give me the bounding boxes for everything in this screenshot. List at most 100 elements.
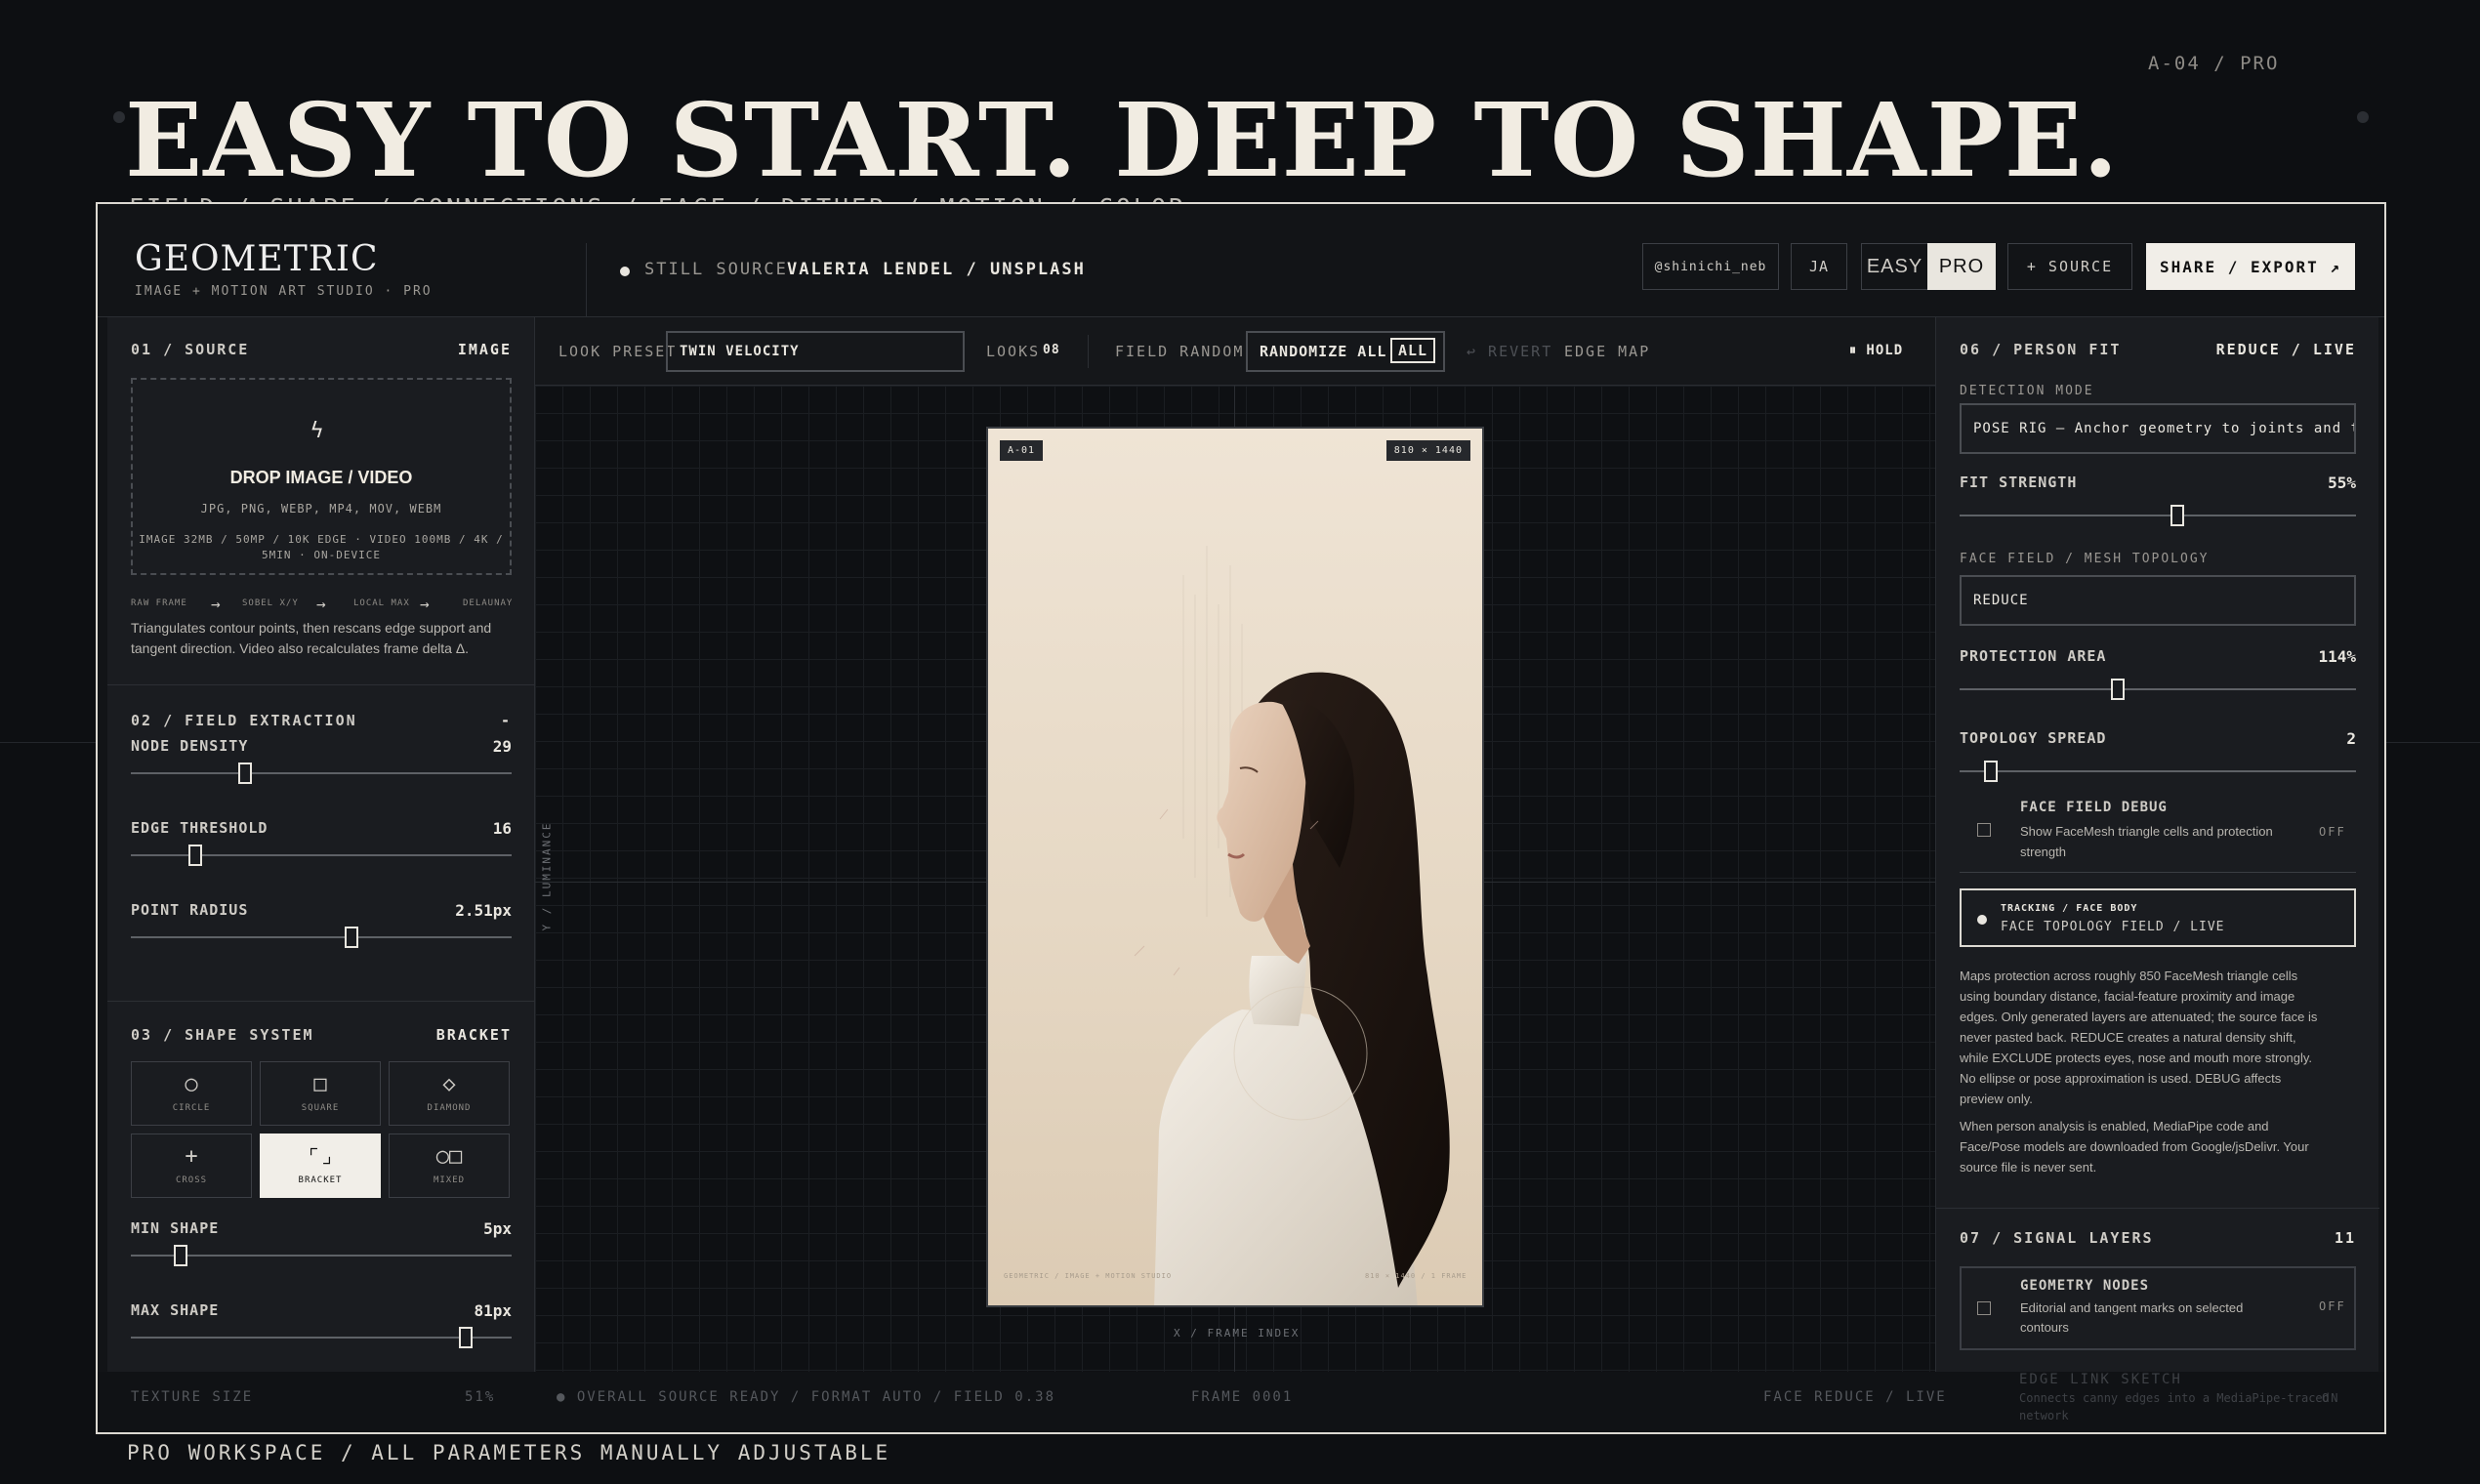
slider-track[interactable] bbox=[131, 936, 512, 938]
slider-handle[interactable] bbox=[188, 845, 203, 866]
edge-link-description-2: network bbox=[2019, 1409, 2069, 1422]
look-toolbar: LOOK PRESET TWIN VELOCITY LOOKS 08 FIELD… bbox=[535, 317, 1935, 386]
shape-option-label: CIRCLE bbox=[172, 1103, 211, 1113]
status-frame: FRAME 0001 bbox=[1191, 1389, 1294, 1405]
fit-strength-value: 55% bbox=[2328, 474, 2356, 492]
look-preset-label: LOOK PRESET bbox=[558, 343, 678, 360]
face-mesh-description-line: No ellipse or pose approximation is used… bbox=[1960, 1071, 2282, 1086]
shape-option-label: MIXED bbox=[433, 1175, 466, 1185]
decor-dot-left bbox=[113, 111, 125, 123]
shape-option-square[interactable]: □ SQUARE bbox=[260, 1061, 381, 1126]
slider-value: 29 bbox=[492, 737, 512, 756]
topology-spread-value: 2 bbox=[2346, 729, 2356, 748]
tracking-status-box bbox=[1960, 888, 2356, 947]
all-toggle[interactable]: ALL bbox=[1390, 338, 1436, 363]
diamond-icon: ◇ bbox=[442, 1072, 456, 1096]
face-mesh-description-line: while EXCLUDE protects eyes, nose and mo… bbox=[1960, 1051, 2313, 1065]
shape-option-bracket[interactable]: ⌜⌟ BRACKET bbox=[260, 1134, 381, 1198]
topbar-divider bbox=[586, 243, 587, 317]
look-preset-select[interactable]: TWIN VELOCITY bbox=[666, 331, 965, 372]
privacy-note-line: When person analysis is enabled, MediaPi… bbox=[1960, 1119, 2269, 1134]
slider-track[interactable] bbox=[131, 1337, 512, 1339]
revert-button[interactable]: ↩ REVERT bbox=[1467, 343, 1552, 360]
geometry-nodes-checkbox[interactable] bbox=[1977, 1301, 1991, 1315]
pipeline-arrow-icon: → bbox=[211, 595, 222, 613]
randomize-all-button[interactable]: RANDOMIZE ALL bbox=[1260, 343, 1386, 360]
geometry-nodes-description: Editorial and tangent marks on selected bbox=[2020, 1300, 2244, 1315]
mode-pro-button[interactable]: PRO bbox=[1927, 243, 1996, 290]
drop-zone-limits: IMAGE 32MB / 50MP / 10K EDGE · VIDEO 100… bbox=[139, 533, 504, 546]
edge-link-state: ON bbox=[2322, 1391, 2340, 1405]
signal-layers-count: 11 bbox=[2334, 1229, 2356, 1247]
drop-zone-limits-2: 5MIN · ON-DEVICE bbox=[262, 549, 381, 561]
slide-label: A-04 / PRO bbox=[2148, 53, 2280, 74]
slider-value: 2.51px bbox=[455, 901, 512, 920]
face-mesh-description-line: never pasted back. REDUCE creates a natu… bbox=[1960, 1030, 2296, 1045]
add-source-button[interactable]: + SOURCE bbox=[2007, 243, 2132, 290]
field-section-title: 02 / FIELD EXTRACTION bbox=[131, 712, 357, 729]
app-window: GEOMETRIC IMAGE + MOTION ART STUDIO · PR… bbox=[96, 202, 2386, 1434]
decor-dot-right bbox=[2357, 111, 2369, 123]
topology-spread-slider[interactable] bbox=[1984, 761, 1999, 782]
svg-text:810 × 1440 / 1 FRAME: 810 × 1440 / 1 FRAME bbox=[1365, 1272, 1467, 1280]
slider-handle[interactable] bbox=[173, 1245, 187, 1266]
face-mesh-description-line: preview only. bbox=[1960, 1092, 2033, 1106]
tracking-subtitle: FACE TOPOLOGY FIELD / LIVE bbox=[2001, 920, 2225, 934]
mesh-topology-select[interactable]: REDUCE bbox=[1960, 575, 2356, 626]
cross-icon: + bbox=[185, 1144, 198, 1169]
bracket-icon: ⌜⌟ bbox=[307, 1144, 334, 1169]
slider-track[interactable] bbox=[131, 1255, 512, 1257]
slider-handle[interactable] bbox=[459, 1327, 474, 1348]
source-image-preview[interactable]: GEOMETRIC / IMAGE + MOTION STUDIO 810 × … bbox=[986, 427, 1484, 1307]
slider-value: 5px bbox=[483, 1219, 512, 1238]
hold-button[interactable]: ⏸ HOLD bbox=[1849, 343, 1903, 358]
field-random-button[interactable]: FIELD RANDOM bbox=[1115, 343, 1244, 360]
app-logo: GEOMETRIC bbox=[135, 239, 379, 279]
canvas-tag-id: A-01 bbox=[1000, 440, 1044, 461]
protection-area-slider[interactable] bbox=[2111, 679, 2126, 700]
app-tagline: IMAGE + MOTION ART STUDIO · PRO bbox=[135, 284, 433, 299]
face-debug-state: OFF bbox=[2319, 825, 2346, 839]
edge-map-button[interactable]: EDGE MAP bbox=[1564, 343, 1650, 360]
protection-area-track[interactable] bbox=[1960, 688, 2356, 690]
shape-section-title: 03 / SHAPE SYSTEM bbox=[131, 1026, 314, 1044]
svg-text:GEOMETRIC / IMAGE + MOTION STU: GEOMETRIC / IMAGE + MOTION STUDIO bbox=[1004, 1272, 1172, 1280]
shape-option-diamond[interactable]: ◇ DIAMOND bbox=[389, 1061, 510, 1126]
face-debug-title: FACE FIELD DEBUG bbox=[2020, 800, 2168, 815]
language-button[interactable]: JA bbox=[1791, 243, 1847, 290]
field-section-toggle[interactable]: - bbox=[439, 712, 512, 729]
slider-track[interactable] bbox=[131, 772, 512, 774]
slider-handle[interactable] bbox=[238, 763, 252, 784]
shape-option-cross[interactable]: + CROSS bbox=[131, 1134, 252, 1198]
slider-value: 16 bbox=[492, 819, 512, 838]
source-section-title: 01 / SOURCE bbox=[131, 341, 250, 358]
shape-option-circle[interactable]: ○ CIRCLE bbox=[131, 1061, 252, 1126]
app-topbar: GEOMETRIC IMAGE + MOTION ART STUDIO · PR… bbox=[98, 239, 2384, 317]
face-debug-description: Show FaceMesh triangle cells and protect… bbox=[2020, 824, 2273, 839]
edge-link-description: Connects canny edges into a MediaPipe-tr… bbox=[2019, 1391, 2330, 1405]
fit-strength-track[interactable] bbox=[1960, 515, 2356, 516]
source-credit[interactable]: VALERIA LENDEL / UNSPLASH bbox=[787, 260, 1086, 279]
detection-mode-select[interactable]: POSE RIG — Anchor geometry to joints and… bbox=[1960, 403, 2356, 454]
privacy-note-line: Face/Pose models are downloaded from Goo… bbox=[1960, 1139, 2309, 1154]
pipeline-step: LOCAL MAX bbox=[353, 598, 410, 608]
fit-strength-slider[interactable] bbox=[2170, 505, 2185, 526]
pipeline-step: RAW FRAME bbox=[131, 598, 187, 608]
slider-handle[interactable] bbox=[345, 927, 359, 948]
drop-zone[interactable]: ϟ DROP IMAGE / VIDEO JPG, PNG, WEBP, MP4… bbox=[131, 378, 512, 575]
user-handle-button[interactable]: @shinichi_neb bbox=[1642, 243, 1779, 290]
left-panel: 01 / SOURCE IMAGE ϟ DROP IMAGE / VIDEO J… bbox=[107, 317, 535, 1372]
person-fit-status: REDUCE / LIVE bbox=[2215, 341, 2356, 358]
face-debug-description-2: strength bbox=[2020, 845, 2066, 859]
portrait-illustration: GEOMETRIC / IMAGE + MOTION STUDIO 810 × … bbox=[1004, 546, 1467, 1305]
square-icon: □ bbox=[313, 1072, 327, 1096]
share-export-button[interactable]: SHARE / EXPORT ↗ bbox=[2146, 243, 2355, 290]
face-debug-checkbox[interactable] bbox=[1977, 823, 1991, 837]
mode-easy-button[interactable]: EASY bbox=[1861, 243, 1927, 290]
topology-spread-track[interactable] bbox=[1960, 770, 2356, 772]
slider-label: EDGE THRESHOLD bbox=[131, 819, 269, 837]
shape-option-mixed[interactable]: ○□ MIXED bbox=[389, 1134, 510, 1198]
looks-label: LOOKS bbox=[986, 343, 1041, 360]
slider-label: NODE DENSITY bbox=[131, 737, 249, 755]
edge-link-title: EDGE LINK SKETCH bbox=[2019, 1372, 2182, 1387]
